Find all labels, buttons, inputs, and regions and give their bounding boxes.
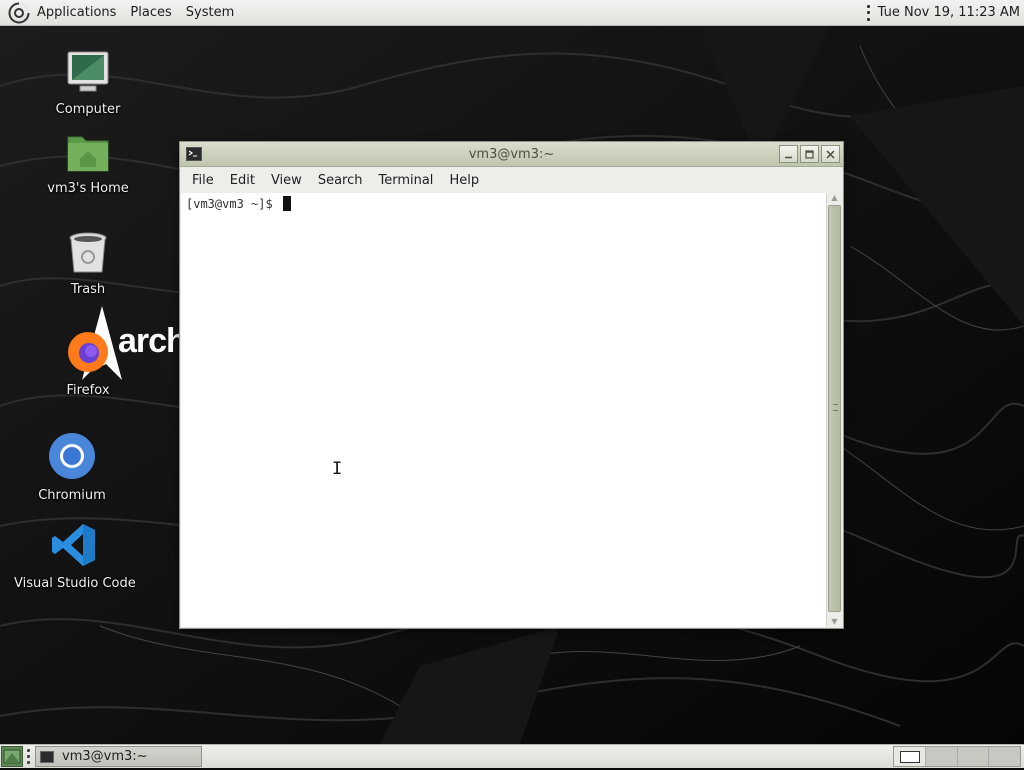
chromium-icon	[49, 433, 95, 479]
desktop-icon-label: Visual Studio Code	[14, 576, 136, 591]
distro-logo-icon[interactable]	[8, 1, 30, 24]
show-desktop-icon	[3, 749, 21, 764]
menu-search[interactable]: Search	[310, 173, 371, 188]
ibeam-cursor-icon: I	[332, 459, 343, 479]
terminal-menubar: File Edit View Search Terminal Help	[180, 167, 843, 193]
places-menu[interactable]: Places	[123, 0, 178, 26]
bottom-panel: vm3@vm3:~	[0, 744, 1024, 768]
desktop-icon-vscode[interactable]: Visual Studio Code	[14, 522, 136, 591]
firefox-icon	[68, 332, 108, 372]
menu-view[interactable]: View	[263, 173, 310, 188]
workspace-switcher[interactable]	[893, 746, 1021, 767]
vertical-scrollbar[interactable]: ▲ ▼	[826, 193, 842, 627]
desktop-icon-label: Computer	[55, 102, 121, 117]
workspace-1[interactable]	[894, 747, 926, 766]
desktop-icon-computer[interactable]: Computer	[50, 50, 126, 117]
taskbar-button-label: vm3@vm3:~	[62, 749, 148, 764]
desktop-icon-chromium[interactable]: Chromium	[36, 432, 108, 503]
workspace-2[interactable]	[925, 747, 958, 766]
panel-right: Tue Nov 19, 11:23 AM	[866, 0, 1024, 26]
clock[interactable]: Tue Nov 19, 11:23 AM	[878, 5, 1024, 20]
scrollbar-thumb[interactable]	[828, 205, 841, 612]
workspace-window-thumbnail	[900, 751, 920, 763]
panel-menu: Applications Places System	[0, 0, 241, 26]
desktop-icon-label: Chromium	[38, 488, 106, 503]
menu-file[interactable]: File	[184, 173, 222, 188]
desktop-icon-label: vm3's Home	[47, 181, 129, 196]
desktop-icon-firefox[interactable]: Firefox	[58, 329, 118, 398]
show-desktop-button[interactable]	[1, 746, 23, 767]
text-cursor	[282, 196, 291, 211]
applications-menu[interactable]: Applications	[30, 0, 123, 26]
scroll-up-arrow-icon[interactable]: ▲	[829, 193, 840, 203]
arch-logo-text: arch	[118, 322, 187, 360]
menu-terminal[interactable]: Terminal	[370, 173, 441, 188]
top-panel: Applications Places System Tue Nov 19, 1…	[0, 0, 1024, 26]
menu-help[interactable]: Help	[441, 173, 487, 188]
trash-icon	[69, 232, 107, 273]
desktop-icon-label: Firefox	[66, 383, 110, 398]
system-menu[interactable]: System	[179, 0, 241, 26]
scrollbar-grip-icon	[833, 404, 838, 411]
window-title: vm3@vm3:~	[468, 146, 555, 162]
workspace-3[interactable]	[957, 747, 990, 766]
taskbar-terminal-button[interactable]: vm3@vm3:~	[35, 746, 202, 767]
home-folder-icon	[67, 136, 109, 172]
terminal-window[interactable]: vm3@vm3:~ File Edit View Search Terminal…	[179, 141, 844, 629]
terminal-prompt-line: [vm3@vm3 ~]$	[186, 196, 291, 211]
terminal-output[interactable]: [vm3@vm3 ~]$	[181, 193, 826, 627]
panel-handle-icon[interactable]	[27, 749, 30, 764]
scroll-down-arrow-icon[interactable]: ▼	[829, 617, 840, 627]
panel-handle-icon[interactable]	[866, 4, 870, 21]
desktop-icon-trash[interactable]: Trash	[50, 230, 126, 297]
menu-edit[interactable]: Edit	[222, 173, 263, 188]
window-titlebar[interactable]: vm3@vm3:~	[180, 142, 843, 167]
vscode-icon	[52, 524, 95, 566]
desktop-icon-label: Trash	[70, 282, 106, 297]
workspace-4[interactable]	[989, 747, 1020, 766]
shell-prompt: [vm3@vm3 ~]$	[186, 197, 280, 211]
terminal-icon	[40, 750, 54, 763]
computer-icon	[67, 51, 109, 92]
desktop-icon-home[interactable]: vm3's Home	[44, 131, 132, 196]
